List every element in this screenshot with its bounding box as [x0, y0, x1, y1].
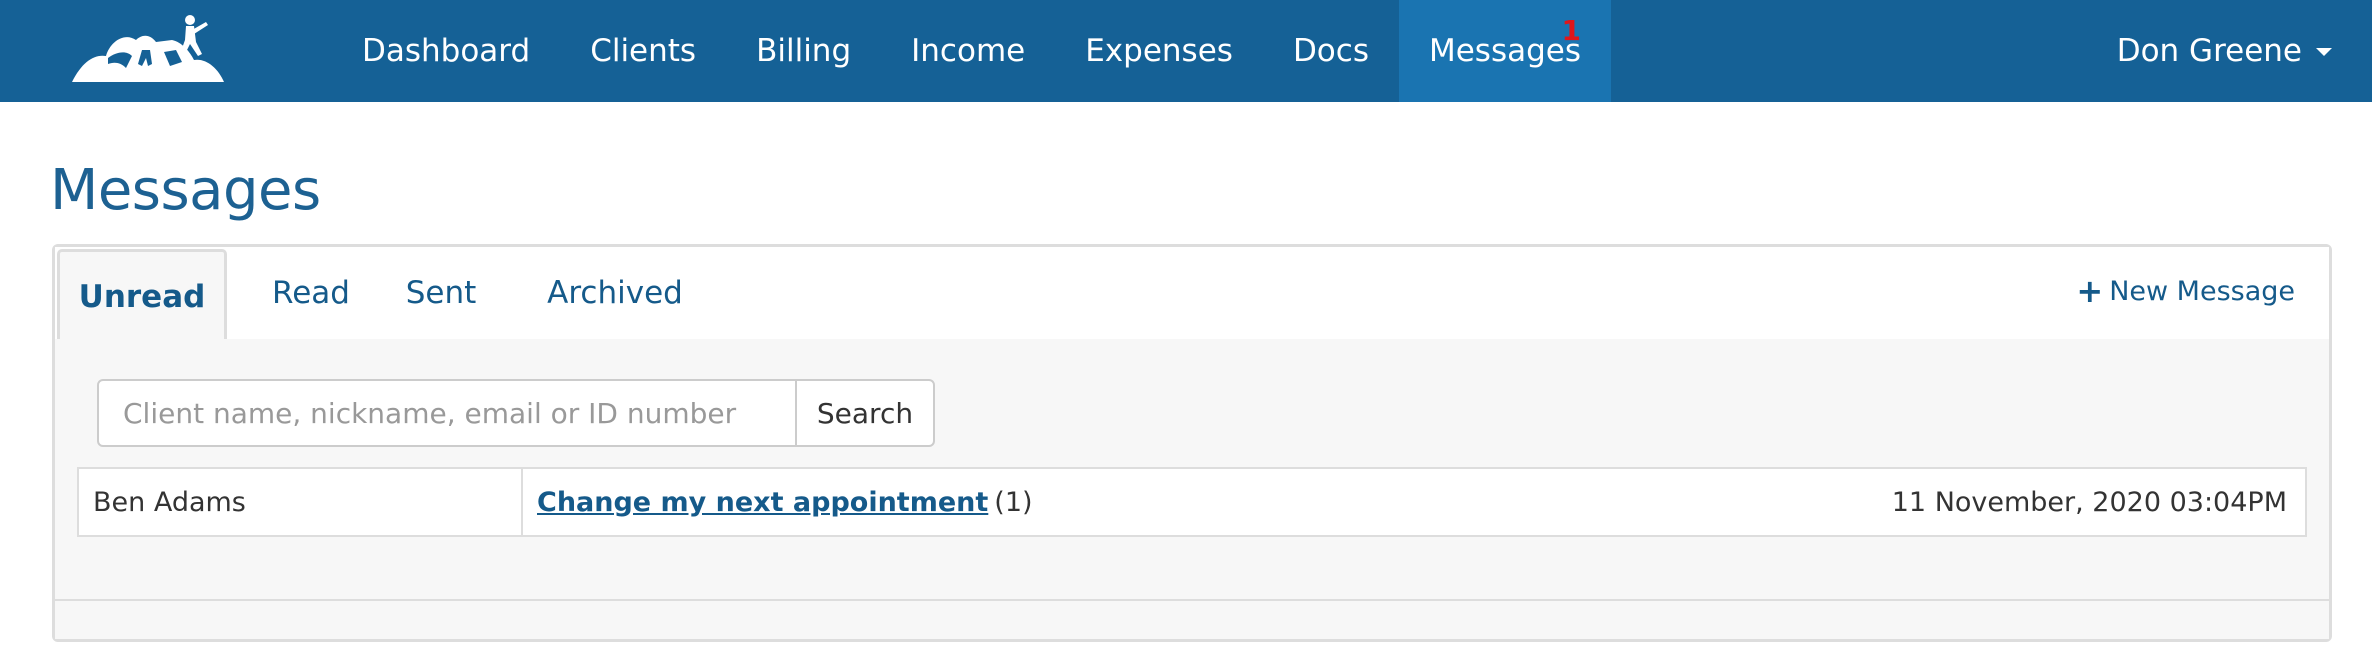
- table-row: Ben Adams Change my next appointment (1)…: [77, 467, 2307, 537]
- nav-dashboard-label: Dashboard: [362, 33, 531, 69]
- nav-clients[interactable]: Clients: [560, 0, 726, 102]
- nav-docs-label: Docs: [1292, 33, 1369, 69]
- user-name: Don Greene: [2116, 33, 2302, 69]
- nav-income-label: Income: [911, 33, 1026, 69]
- top-navbar: Dashboard Clients Billing Income Expense…: [0, 0, 2372, 102]
- messages-panel: Unread Read Sent Archived + New Message …: [52, 244, 2332, 642]
- panel-footer-divider: [55, 599, 2329, 601]
- page-title: Messages: [50, 158, 321, 223]
- tab-read[interactable]: Read: [251, 247, 371, 339]
- tab-read-label: Read: [272, 275, 350, 311]
- nav-expenses-label: Expenses: [1085, 33, 1233, 69]
- nav-dashboard[interactable]: Dashboard: [332, 0, 560, 102]
- nav-messages[interactable]: Messages 1: [1398, 0, 1612, 102]
- nav-billing-label: Billing: [756, 33, 852, 69]
- message-date: 11 November, 2020 03:04PM: [1891, 486, 2287, 518]
- tab-unread[interactable]: Unread: [57, 249, 227, 341]
- nav-expenses[interactable]: Expenses: [1055, 0, 1263, 102]
- message-tabs: Unread Read Sent Archived + New Message: [55, 247, 2329, 341]
- nav-billing[interactable]: Billing: [726, 0, 881, 102]
- nav-docs[interactable]: Docs: [1263, 0, 1399, 102]
- message-subject-link[interactable]: Change my next appointment: [537, 487, 988, 518]
- search-button[interactable]: Search: [795, 379, 935, 447]
- nav-messages-label: Messages: [1428, 33, 1582, 69]
- plus-icon: +: [2076, 272, 2104, 310]
- panel-body: Search Ben Adams Change my next appointm…: [55, 339, 2329, 639]
- nav-income[interactable]: Income: [881, 0, 1055, 102]
- tab-sent[interactable]: Sent: [381, 247, 501, 339]
- client-search-input[interactable]: [97, 379, 797, 447]
- main-nav: Dashboard Clients Billing Income Expense…: [332, 0, 1612, 102]
- message-sender: Ben Adams: [79, 469, 523, 535]
- climbers-logo-icon[interactable]: [72, 12, 228, 86]
- tab-sent-label: Sent: [405, 275, 477, 311]
- new-message-button[interactable]: + New Message: [2076, 275, 2295, 307]
- message-count: (1): [994, 486, 1033, 518]
- caret-down-icon: [2316, 48, 2332, 56]
- message-subject-cell: Change my next appointment (1): [523, 469, 1892, 535]
- unread-count-badge: 1: [1561, 14, 1582, 47]
- user-menu-dropdown[interactable]: Don Greene: [2117, 0, 2332, 102]
- new-message-label: New Message: [2109, 275, 2295, 307]
- tab-archived[interactable]: Archived: [525, 247, 705, 339]
- nav-clients-label: Clients: [590, 33, 697, 69]
- tab-archived-label: Archived: [547, 275, 683, 311]
- tab-unread-label: Unread: [78, 278, 206, 315]
